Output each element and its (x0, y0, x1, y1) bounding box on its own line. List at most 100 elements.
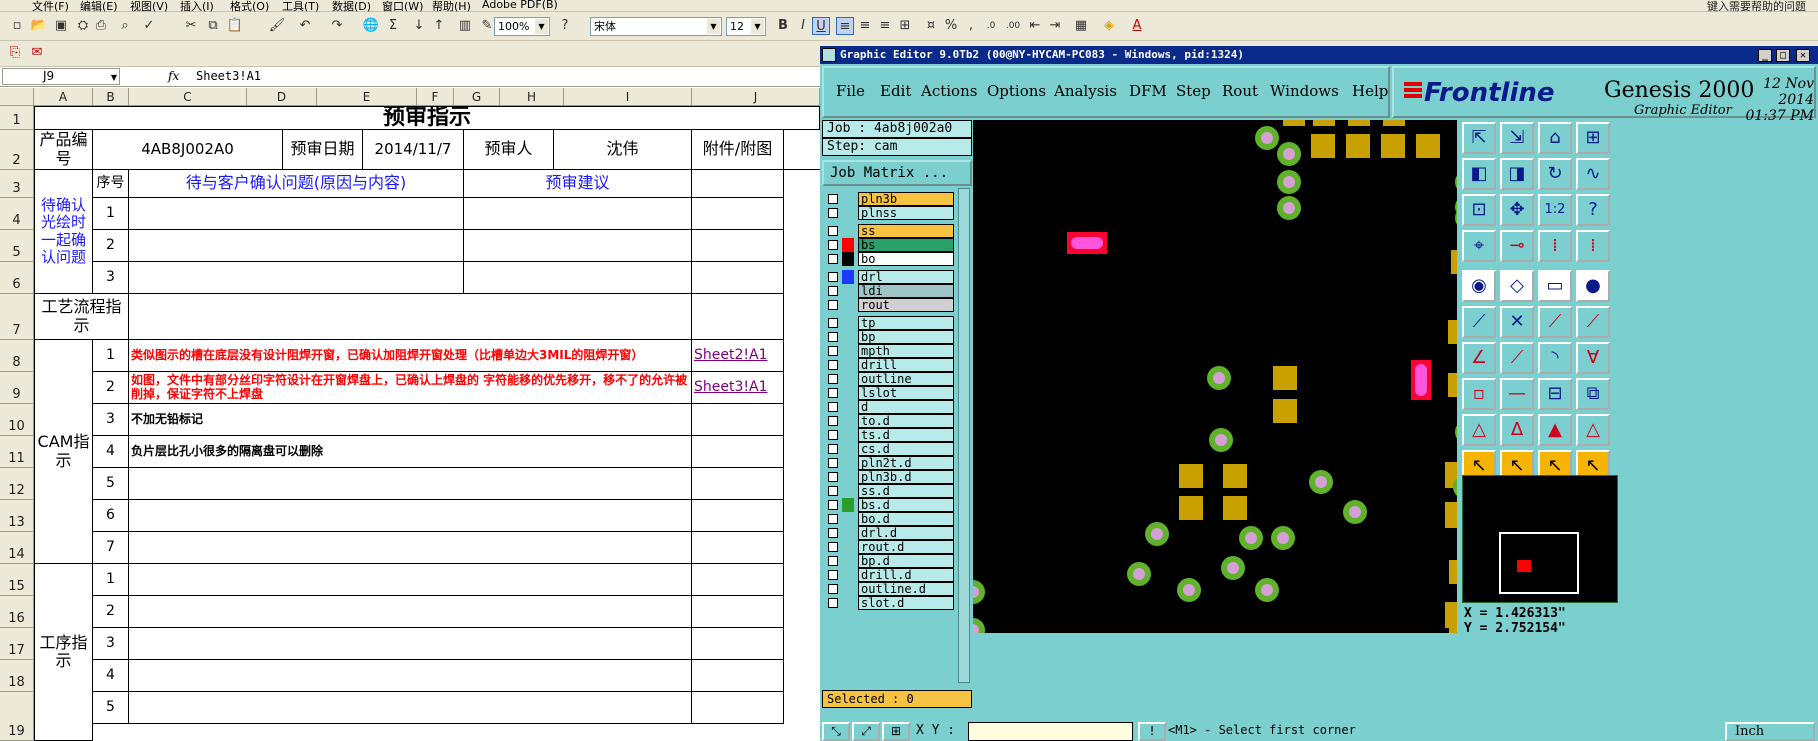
row-header[interactable]: 8 (0, 340, 34, 372)
decrease-decimal-icon[interactable]: .00 (1004, 17, 1022, 35)
layer-name[interactable]: bs (858, 238, 954, 252)
pdf-convert-icon[interactable]: ⎘ (6, 44, 24, 62)
pdf-email-icon[interactable]: ✉ (28, 44, 46, 62)
layer-row[interactable]: slot.d (822, 596, 954, 610)
layer-checkbox[interactable] (828, 286, 838, 296)
layer-name[interactable]: lslot (858, 386, 954, 400)
grid-cell[interactable] (692, 500, 784, 532)
layer-checkbox[interactable] (828, 318, 838, 328)
grid-cell[interactable] (129, 294, 692, 340)
help-icon[interactable]: ? (1576, 194, 1610, 226)
sort-desc-icon[interactable]: ↑ (430, 17, 448, 35)
menu-options[interactable]: Options (987, 82, 1046, 100)
proc-num[interactable]: 3 (93, 628, 129, 660)
row-header[interactable]: 12 (0, 468, 34, 500)
triangle-split-icon[interactable]: △ (1576, 414, 1610, 446)
cam-num[interactable]: 3 (93, 404, 129, 436)
layer-checkbox[interactable] (828, 556, 838, 566)
decrease-indent-icon[interactable]: ⇤ (1026, 17, 1044, 35)
menu-analysis[interactable]: Analysis (1054, 82, 1117, 100)
cam-num[interactable]: 6 (93, 500, 129, 532)
layer-row[interactable]: d (822, 400, 954, 414)
cam-text[interactable]: 不加无铅标记 (129, 404, 692, 436)
row-header[interactable]: 4 (0, 198, 34, 230)
row-header[interactable]: 2 (0, 130, 34, 170)
viewport-rect[interactable] (1499, 532, 1579, 594)
layer-name[interactable]: drill.d (858, 568, 954, 582)
sheet-title[interactable]: 预审指示 (34, 106, 820, 130)
spelling-icon[interactable]: ✓ (140, 17, 158, 35)
layer-name[interactable]: pln3b (858, 192, 954, 206)
layer-row[interactable]: lslot (822, 386, 954, 400)
name-box[interactable]: J9 ▼ (2, 68, 120, 85)
hyperlink-icon[interactable]: 🌐 (362, 17, 380, 35)
row-header[interactable]: 5 (0, 230, 34, 262)
xy-input[interactable] (968, 722, 1133, 741)
grid-cell[interactable] (692, 436, 784, 468)
select-all-corner[interactable] (0, 88, 34, 106)
layer-checkbox[interactable] (828, 360, 838, 370)
layer-row[interactable]: ldi (822, 284, 954, 298)
layer-name[interactable]: drl (858, 270, 954, 284)
row-header[interactable]: 11 (0, 436, 34, 468)
layer-row[interactable]: to.d (822, 414, 954, 428)
layer-name[interactable]: pln3b.d (858, 470, 954, 484)
row-header[interactable]: 6 (0, 262, 34, 294)
row-header[interactable]: 13 (0, 500, 34, 532)
fill-icon[interactable]: Ɐ (1576, 342, 1610, 374)
menu-file[interactable]: File (836, 82, 865, 100)
row-header[interactable]: 9 (0, 372, 34, 404)
layer-checkbox[interactable] (828, 598, 838, 608)
row-header[interactable]: 18 (0, 660, 34, 692)
row-header[interactable]: 7 (0, 294, 34, 340)
layer-name[interactable]: slot.d (858, 596, 954, 610)
layer-checkbox[interactable] (828, 208, 838, 218)
row-header[interactable]: 16 (0, 596, 34, 628)
snap-icon[interactable]: ∿ (1576, 158, 1610, 190)
add-circle-icon[interactable]: ● (1576, 270, 1610, 302)
grid-cell[interactable] (129, 230, 464, 262)
layer-checkbox[interactable] (828, 240, 838, 250)
grid-cell[interactable] (692, 230, 784, 262)
paste-icon[interactable]: 📋 (226, 17, 244, 35)
grid-cell[interactable] (464, 230, 692, 262)
new-icon[interactable]: ▫ (8, 17, 26, 35)
triangle-alt-icon[interactable]: Δ (1500, 414, 1534, 446)
redraw-icon[interactable]: ↻ (1538, 158, 1572, 190)
proc-num[interactable]: 2 (93, 596, 129, 628)
layer-row[interactable]: bo.d (822, 512, 954, 526)
layer-name[interactable]: to.d (858, 414, 954, 428)
measure-icon[interactable]: ⌖ (1462, 230, 1496, 262)
layer-scrollbar[interactable] (958, 188, 970, 683)
add-segment-icon[interactable]: ⟋ (1538, 306, 1572, 338)
increase-decimal-icon[interactable]: .0 (982, 17, 1000, 35)
copy-icon[interactable]: ⧉ (204, 17, 222, 35)
layer-checkbox[interactable] (828, 272, 838, 282)
menu-windows[interactable]: Windows (1270, 82, 1339, 100)
maximize-icon[interactable]: □ (1776, 49, 1790, 62)
grid-cell[interactable] (129, 564, 692, 596)
layer-row[interactable]: bo (822, 252, 954, 266)
proc-num[interactable]: 1 (93, 564, 129, 596)
layer-checkbox[interactable] (828, 472, 838, 482)
layer-name[interactable]: ss (858, 224, 954, 238)
pan-left-icon[interactable]: ◧ (1462, 158, 1496, 190)
home-icon[interactable]: ⌂ (1538, 122, 1572, 154)
alert-icon[interactable]: ! (1138, 722, 1166, 741)
layer-checkbox[interactable] (828, 570, 838, 580)
triangle-fill-icon[interactable]: ▲ (1538, 414, 1572, 446)
layer-row[interactable]: outline.d (822, 582, 954, 596)
row-header[interactable]: 14 (0, 532, 34, 564)
row-header[interactable]: 17 (0, 628, 34, 660)
save-icon[interactable]: ▣ (52, 17, 70, 35)
layer-name[interactable]: drill (858, 358, 954, 372)
bold-icon[interactable]: B (774, 17, 792, 35)
snap-point-icon[interactable]: ▫ (1462, 378, 1496, 410)
column-header[interactable]: B (93, 88, 129, 106)
confirm-num[interactable]: 3 (93, 262, 129, 294)
product-no-value[interactable]: 4AB8J002A0 (93, 130, 283, 170)
layer-name[interactable]: tp (858, 316, 954, 330)
scale-icon[interactable]: 1:2 (1538, 194, 1572, 226)
confirm-num[interactable]: 2 (93, 230, 129, 262)
cam-text[interactable]: 负片层比孔小很多的隔离盘可以删除 (129, 436, 692, 468)
